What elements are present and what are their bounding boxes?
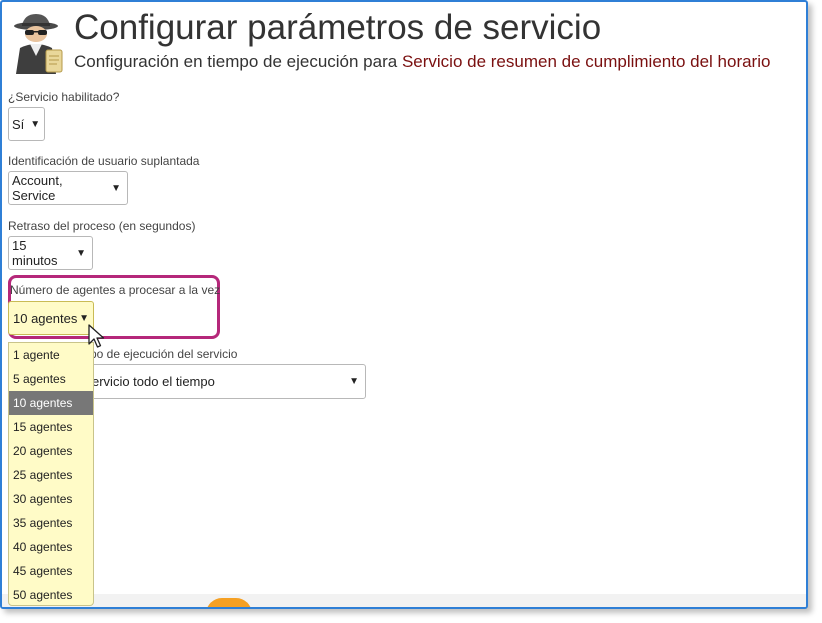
impersonation-select[interactable]: Account, Service ▼ <box>8 171 128 205</box>
chevron-down-icon: ▼ <box>111 182 121 194</box>
spy-agent-icon <box>14 14 63 74</box>
chevron-down-icon: ▼ <box>79 312 89 324</box>
runtime-value: ervicio todo el tiempo <box>92 374 215 389</box>
dropdown-option[interactable]: 30 agentes <box>9 487 93 511</box>
runtime-select[interactable]: ervicio todo el tiempo ▼ <box>88 364 366 399</box>
dropdown-option[interactable]: 1 agente <box>9 343 93 367</box>
dropdown-option-selected[interactable]: 10 agentes <box>9 391 93 415</box>
service-name: Servicio de resumen de cumplimiento del … <box>401 52 771 71</box>
mouse-cursor-icon <box>88 324 105 348</box>
dropdown-option[interactable]: 20 agentes <box>9 439 93 463</box>
page-subtitle: Configuración en tiempo de ejecución par… <box>74 52 770 72</box>
footer-strip <box>2 594 806 607</box>
dropdown-option[interactable]: 5 agentes <box>9 367 93 391</box>
dropdown-option[interactable]: 40 agentes <box>9 535 93 559</box>
agents-dropdown-list: 1 agente 5 agentes 10 agentes 15 agentes… <box>8 342 94 606</box>
dropdown-option[interactable]: 35 agentes <box>9 511 93 535</box>
chevron-down-icon: ▼ <box>349 376 359 387</box>
page-header: Configurar parámetros de servicio Config… <box>8 8 806 78</box>
dropdown-option[interactable]: 45 agentes <box>9 559 93 583</box>
agents-select[interactable]: 10 agentes ▼ <box>8 301 94 335</box>
runtime-label: po de ejecución del servicio <box>90 347 238 361</box>
delay-value: 15 minutos <box>12 238 58 268</box>
dropdown-option[interactable]: 50 agentes <box>9 583 93 607</box>
delay-label: Retraso del proceso (en segundos) <box>8 219 196 233</box>
enabled-label: ¿Servicio habilitado? <box>8 90 120 104</box>
impersonation-label: Identificación de usuario suplantada <box>8 154 200 168</box>
enabled-value: Sí <box>12 116 25 132</box>
delay-select[interactable]: 15 minutos ▼ <box>8 236 93 270</box>
page-title: Configurar parámetros de servicio <box>74 8 602 47</box>
impersonation-value: Account, Service <box>12 173 63 203</box>
agents-value: 10 agentes <box>13 310 78 326</box>
dropdown-option[interactable]: 25 agentes <box>9 463 93 487</box>
dropdown-option[interactable]: 15 agentes <box>9 415 93 439</box>
enabled-select[interactable]: Sí ▼ <box>8 107 45 141</box>
subtitle-prefix: Configuración en tiempo de ejecución par… <box>74 52 402 71</box>
chevron-down-icon: ▼ <box>30 118 41 130</box>
chevron-down-icon: ▼ <box>76 247 86 259</box>
app-window: Configurar parámetros de servicio Config… <box>0 0 808 609</box>
agents-label: Número de agentes a procesar a la vez <box>10 283 221 297</box>
